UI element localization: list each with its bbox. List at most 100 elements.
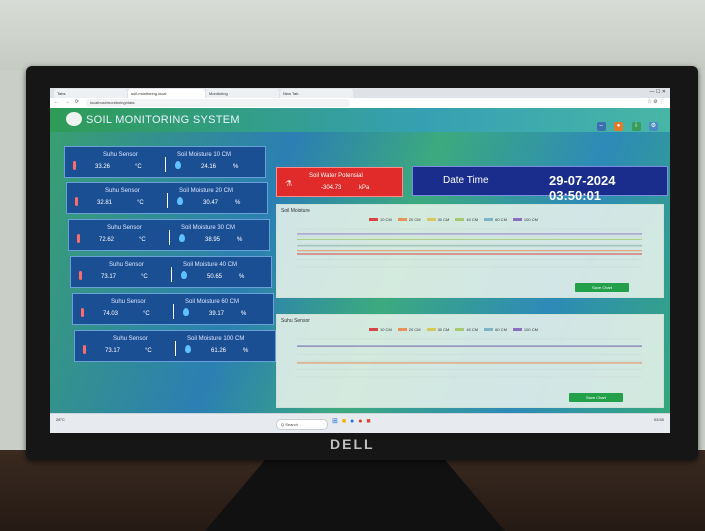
legend-label: 20 CM (408, 217, 421, 222)
temp-unit: °C (143, 311, 150, 317)
url-field[interactable]: localhost/monitoring/data (86, 99, 350, 107)
legend-label: 10 CM (380, 217, 392, 222)
chrome-icon[interactable]: ● (358, 418, 363, 425)
moisture-label: Soil Moisture 60 CM (185, 299, 240, 305)
thermometer-icon (81, 308, 84, 317)
soil-water-potential-card: ⚗ Soil Water Potensial -304.73 kPa (276, 167, 403, 197)
taskbar-app-icons[interactable]: ⊞ ■ ● ● ■ (332, 417, 372, 425)
nav-arrows-icon[interactable]: ← → ⟳ (54, 99, 81, 105)
app-title: SOIL MONITORING SYSTEM (86, 114, 240, 126)
temp-label: Suhu Sensor (103, 152, 138, 158)
water-drop-icon (181, 271, 187, 279)
weather-widget[interactable]: 28°C (56, 417, 65, 422)
temp-label: Suhu Sensor (107, 225, 142, 231)
app-icon[interactable]: ■ (366, 418, 371, 425)
header-buttons: – ● i ⚙ (593, 114, 658, 132)
moisture-value: 61.26 (211, 348, 227, 354)
extension-icons[interactable]: ☆ ⚙ ⋮ (647, 99, 664, 105)
water-drop-icon (179, 234, 185, 242)
info-icon[interactable]: i (631, 122, 641, 131)
card-divider (169, 230, 170, 245)
water-drop-icon (177, 197, 183, 205)
moisture-chart-title: Soil Moisture (281, 208, 310, 214)
legend-item: 30 CM (426, 327, 449, 332)
legend-label: 100 CM (523, 327, 538, 332)
thermometer-icon (75, 197, 78, 206)
moisture-label: Soil Moisture 100 CM (187, 336, 245, 342)
temp-unit: °C (137, 200, 144, 206)
moisture-chart-legend: 10 CM 20 CM 30 CM 40 CM 60 CM 100 CM (369, 217, 544, 222)
moisture-unit: % (237, 237, 243, 243)
soil-water-value: -304.73 (321, 185, 342, 191)
moisture-value: 39.17 (209, 311, 225, 317)
legend-swatch (397, 328, 407, 332)
temp-value: 74.03 (103, 311, 119, 317)
legend-item: 10 CM (369, 327, 392, 332)
gauge-icon: ⚗ (285, 179, 293, 188)
sensor-card: Suhu Sensor 32.81 °C Soil Moisture 20 CM 30.… (66, 182, 268, 214)
browser-tab[interactable]: Monitoring (206, 89, 279, 98)
moisture-label: Soil Moisture 20 CM (179, 188, 234, 194)
legend-item: 60 CM (484, 217, 507, 222)
legend-item: 30 CM (426, 217, 449, 222)
taskbar-search[interactable]: Q Search (276, 419, 328, 430)
moisture-label: Soil Moisture 40 CM (183, 262, 238, 268)
legend-swatch (426, 328, 436, 332)
card-divider (171, 267, 172, 282)
temp-unit: °C (139, 237, 146, 243)
temp-value: 32.81 (97, 200, 113, 206)
legend-item: 20 CM (397, 217, 421, 222)
card-divider (165, 157, 166, 172)
moisture-unit: % (241, 311, 247, 317)
app-header: SOIL MONITORING SYSTEM – ● i ⚙ (50, 108, 670, 132)
moisture-unit: % (243, 348, 249, 354)
edge-icon[interactable]: ● (350, 418, 355, 425)
legend-label: 100 CM (523, 217, 538, 222)
temp-value: 73.17 (105, 348, 121, 354)
legend-item: 100 CM (512, 217, 538, 222)
temperature-chart (297, 338, 642, 378)
card-divider (167, 193, 168, 208)
sensor-card: Suhu Sensor 73.17 °C Soil Moisture 100 CM 61… (74, 330, 276, 362)
moisture-unit: % (239, 274, 245, 280)
minimize-icon[interactable]: – (596, 122, 606, 131)
moisture-label: Soil Moisture 30 CM (181, 225, 236, 231)
thermometer-icon (79, 271, 82, 280)
moisture-chart-panel: Soil Moisture 10 CM 20 CM 30 CM 40 CM 60 CM 1… (276, 204, 664, 298)
legend-item: 40 CM (455, 217, 478, 222)
legend-swatch (397, 218, 407, 222)
legend-item: 100 CM (512, 327, 538, 332)
browser-tab-active[interactable]: soil-monitoring.local (128, 89, 205, 98)
browser-tab[interactable]: Tabs (54, 89, 127, 98)
system-tray[interactable]: 03:50 (654, 417, 664, 422)
legend-swatch (484, 218, 494, 222)
thermometer-icon (77, 234, 80, 243)
browser-tab-strip: Tabs soil-monitoring.local Monitoring Ne… (50, 88, 670, 98)
settings-icon[interactable]: ⚙ (649, 122, 658, 131)
sensor-card: Suhu Sensor 72.62 °C Soil Moisture 30 CM 38.… (68, 219, 270, 251)
folder-icon[interactable]: ■ (342, 418, 347, 425)
temperature-chart-panel: Suhu Sensor 10 CM 20 CM 30 CM 40 CM 60 CM 100… (276, 314, 664, 408)
legend-label: 40 CM (466, 217, 479, 222)
datetime-card: Date Time 29-07-2024 03:50:01 (412, 166, 668, 203)
start-icon[interactable]: ⊞ (332, 418, 339, 425)
moisture-value: 50.65 (207, 274, 223, 280)
moisture-unit: % (235, 200, 241, 206)
moisture-value: 24.16 (201, 164, 217, 170)
water-drop-icon (183, 308, 189, 316)
soil-water-label: Soil Water Potensial (309, 173, 363, 179)
window-controls[interactable]: — ☐ ✕ (650, 89, 666, 95)
water-drop-icon (175, 161, 181, 169)
legend-swatch (512, 328, 522, 332)
temp-label: Suhu Sensor (111, 299, 146, 305)
save-temperature-chart-button[interactable]: Save Chart (569, 393, 623, 402)
save-moisture-chart-button[interactable]: Save Chart (575, 283, 629, 292)
legend-item: 40 CM (455, 327, 478, 332)
clock: 03:50 (653, 417, 664, 422)
datetime-label: Date Time (443, 175, 489, 186)
browser-tab[interactable]: New Tab (280, 89, 353, 98)
weather-text: 28°C (56, 417, 65, 422)
legend-label: 40 CM (466, 327, 479, 332)
user-icon[interactable]: ● (614, 122, 624, 131)
wall-background (0, 0, 705, 70)
